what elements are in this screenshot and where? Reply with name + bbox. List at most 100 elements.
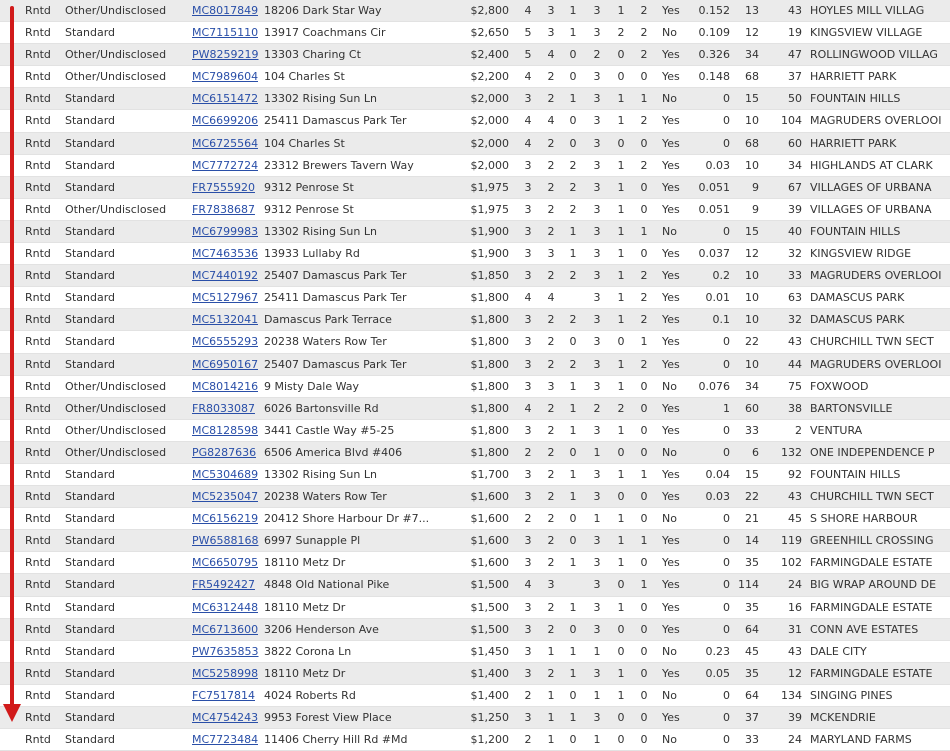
row-col-5: 0 xyxy=(617,711,625,724)
row-col-6: 0 xyxy=(640,202,648,216)
row-days: 37 xyxy=(745,711,759,724)
table-row: Rntd Other/Undisclosed MC8017849 18206 Dark… xyxy=(0,0,950,23)
row-yes-no: No xyxy=(662,445,677,459)
row-subdivision: HARRIETT PARK xyxy=(810,70,897,84)
row-col-1: 5 xyxy=(524,48,532,62)
mls-number-link[interactable]: MC6151472 xyxy=(192,88,258,110)
row-col-6: 0 xyxy=(640,688,648,702)
mls-number-link[interactable]: FR7555920 xyxy=(192,177,255,199)
row-decimal: 0.23 xyxy=(705,644,731,658)
mls-number-link[interactable]: MC6156219 xyxy=(192,508,258,530)
mls-number-link[interactable]: FR7838687 xyxy=(192,199,255,221)
mls-number-link[interactable]: MC5235047 xyxy=(192,486,258,508)
row-col-6: 0 xyxy=(640,490,648,504)
row-decimal: 0.04 xyxy=(705,467,731,481)
mls-number-link[interactable]: MC5132041 xyxy=(192,309,258,331)
row-col-6: 1 xyxy=(640,467,648,481)
row-price: $2,000 xyxy=(470,114,510,128)
row-col-6: 1 xyxy=(640,335,648,349)
row-col-5: 0 xyxy=(617,622,625,636)
row-col-5: 1 xyxy=(617,180,625,194)
row-yes-no: Yes xyxy=(662,600,680,614)
row-address: 20238 Waters Row Ter xyxy=(264,335,387,349)
mls-number-link[interactable]: MC6555293 xyxy=(192,331,258,353)
mls-number-link[interactable]: PG8287636 xyxy=(192,442,256,464)
mls-number-link[interactable]: MC8017849 xyxy=(192,0,258,22)
row-decimal: 0 xyxy=(723,224,730,238)
mls-number-link[interactable]: MC7772724 xyxy=(192,155,258,177)
mls-number-link[interactable]: MC6650795 xyxy=(192,552,258,574)
row-col-2: 2 xyxy=(547,490,555,504)
row-subdivision: FARMINGDALE ESTATE xyxy=(810,556,933,570)
row-price: $1,450 xyxy=(470,644,510,658)
row-price: $1,500 xyxy=(470,578,510,592)
row-address: 9312 Penrose St xyxy=(264,202,354,216)
mls-number-link[interactable]: MC6312448 xyxy=(192,597,258,619)
row-count: 12 xyxy=(788,666,802,680)
mls-number-link[interactable]: MC6950167 xyxy=(192,354,258,376)
row-status: Rntd xyxy=(25,335,51,349)
mls-number-link[interactable]: PW6588168 xyxy=(192,530,259,552)
mls-number-link[interactable]: MC5304689 xyxy=(192,464,258,486)
row-col-4: 2 xyxy=(593,48,601,62)
mls-number-link[interactable]: MC6699206 xyxy=(192,110,258,132)
row-address: 6997 Sunapple Pl xyxy=(264,534,361,548)
row-type: Standard xyxy=(65,666,116,680)
row-days: 10 xyxy=(745,291,759,305)
row-price: $1,800 xyxy=(470,423,510,437)
row-col-3: 1 xyxy=(569,490,577,504)
mls-number-link[interactable]: FR8033087 xyxy=(192,398,255,420)
mls-number-link[interactable]: MC8128598 xyxy=(192,420,258,442)
mls-number-link[interactable]: PW8259219 xyxy=(192,44,259,66)
mls-number-link[interactable]: MC7115110 xyxy=(192,22,258,44)
row-col-4: 3 xyxy=(593,70,601,84)
mls-number-link[interactable]: MC5127967 xyxy=(192,287,258,309)
row-price: $1,800 xyxy=(470,291,510,305)
row-col-6: 0 xyxy=(640,600,648,614)
row-col-3: 0 xyxy=(569,622,577,636)
row-price: $1,600 xyxy=(470,534,510,548)
mls-number-link[interactable]: MC7989604 xyxy=(192,66,258,88)
row-days: 114 xyxy=(738,578,759,592)
mls-number-link[interactable]: FC7517814 xyxy=(192,685,255,707)
mls-number-link[interactable]: MC6799983 xyxy=(192,221,258,243)
row-yes-no: Yes xyxy=(662,291,680,305)
row-type: Standard xyxy=(65,269,116,283)
row-decimal: 1 xyxy=(723,401,730,415)
row-col-2: 2 xyxy=(547,445,555,459)
row-days: 13 xyxy=(745,4,759,17)
table-row: Rntd Standard MC5304689 13302 Rising Sun Ln… xyxy=(0,464,950,487)
mls-number-link[interactable]: MC4754243 xyxy=(192,707,258,729)
mls-number-link[interactable]: MC5258998 xyxy=(192,663,258,685)
row-type: Standard xyxy=(65,335,116,349)
row-col-1: 3 xyxy=(524,269,532,283)
row-price: $1,500 xyxy=(470,600,510,614)
row-col-5: 0 xyxy=(617,48,625,62)
mls-number-link[interactable]: MC7463536 xyxy=(192,243,258,265)
row-days: 35 xyxy=(745,600,759,614)
mls-number-link[interactable]: MC6713600 xyxy=(192,619,258,641)
row-count: 43 xyxy=(788,335,802,349)
row-price: $2,800 xyxy=(470,4,510,17)
mls-number-link[interactable]: FR5492427 xyxy=(192,574,255,596)
row-address: 25411 Damascus Park Ter xyxy=(264,291,407,305)
row-days: 15 xyxy=(745,467,759,481)
mls-number-link[interactable]: MC7440192 xyxy=(192,265,258,287)
row-col-6: 2 xyxy=(640,313,648,327)
row-type: Other/Undisclosed xyxy=(65,423,167,437)
row-col-2: 2 xyxy=(547,224,555,238)
row-status: Rntd xyxy=(25,666,51,680)
row-status: Rntd xyxy=(25,48,51,62)
row-col-1: 3 xyxy=(524,534,532,548)
row-col-5: 1 xyxy=(617,114,625,128)
row-days: 22 xyxy=(745,335,759,349)
row-count: 47 xyxy=(788,48,802,62)
row-col-6: 0 xyxy=(640,247,648,261)
row-status: Rntd xyxy=(25,711,51,724)
row-days: 68 xyxy=(745,136,759,150)
mls-number-link[interactable]: MC6725564 xyxy=(192,133,258,155)
row-status: Rntd xyxy=(25,578,51,592)
mls-number-link[interactable]: MC8014216 xyxy=(192,376,258,398)
mls-number-link[interactable]: PW7635853 xyxy=(192,641,259,663)
row-col-5: 1 xyxy=(617,291,625,305)
